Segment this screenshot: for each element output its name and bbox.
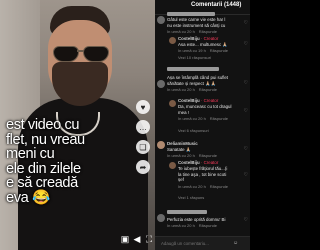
video-caption-overlay: est video cu flet, nu vreau meni cu ele … xyxy=(6,118,118,206)
caption-line: est video cu xyxy=(6,117,80,133)
redacted-username xyxy=(167,210,207,214)
caption-line: eva 😂 xyxy=(6,189,50,206)
reply-author: CostelBiju · Creator xyxy=(178,160,219,165)
video-controls: ▣ ◀ ⛶ xyxy=(120,234,154,246)
view-replies-link[interactable]: Vezi 1 răspuns xyxy=(178,195,204,200)
add-comment-bar: ☺ xyxy=(155,236,250,250)
avatar[interactable] xyxy=(157,80,165,88)
view-replies-link[interactable]: Vezi 10 răspunsuri xyxy=(178,55,211,60)
avatar[interactable] xyxy=(157,16,165,24)
caption-line: meni cu xyxy=(6,146,55,163)
comments-panel: Comentarii (1448) Gâtul este carne vie e… xyxy=(155,0,250,250)
creator-badge: · Creator xyxy=(200,160,219,165)
reply-link[interactable]: Răspunde xyxy=(210,116,228,121)
reply-text: la tine aşa , tot bine scoti xyxy=(178,171,227,177)
reply-time: în urmă cu 20 h xyxy=(178,184,206,189)
avatar[interactable] xyxy=(157,214,165,222)
comment-text: sănătate și respect 🙏🏼🙏🏼 xyxy=(167,80,217,86)
comment-text: Sanatate 🙏🏼 xyxy=(167,147,192,152)
like-icon[interactable]: ♡ xyxy=(244,20,248,26)
comment-text: Perfuzia este oprită domnu' Bi xyxy=(167,217,226,222)
comment-time: în urmă cu 20 h xyxy=(167,223,195,228)
volume-icon[interactable]: ◀ xyxy=(132,234,142,244)
redacted-username xyxy=(167,12,215,16)
creator-badge: · Creator xyxy=(200,98,219,103)
comment-author: DeliaminMusic xyxy=(167,141,198,146)
reply-meta: în urmă cu 19 h Răspunde xyxy=(178,48,232,53)
reply-meta: în urmă cu 20 h Răspunde xyxy=(178,116,232,121)
heart-icon[interactable]: ♥ xyxy=(136,100,150,114)
emoji-icon[interactable]: ☺ xyxy=(233,240,238,246)
reply-text: mea ! xyxy=(178,109,189,115)
video-player[interactable]: est video cu flet, nu vreau meni cu ele … xyxy=(0,0,155,250)
reply-author: CostelBiju · Creator xyxy=(178,98,219,103)
reply-link[interactable]: Răspunde xyxy=(199,29,217,34)
fullscreen-icon[interactable]: ⛶ xyxy=(144,234,154,244)
reply-link[interactable]: Răspunde xyxy=(199,87,217,92)
reply-text: Asa este... multumesc 🙏🏼 xyxy=(178,42,228,47)
caption-line: e să creadă xyxy=(6,175,78,192)
sunglasses-bridge xyxy=(77,50,84,52)
comments-title: Comentarii (1448) xyxy=(191,2,242,8)
like-icon[interactable]: ♡ xyxy=(244,146,248,152)
reply-link[interactable]: Răspunde xyxy=(210,48,228,53)
sunglasses-left-lens xyxy=(53,46,79,62)
avatar[interactable] xyxy=(169,162,176,169)
comment-meta: în urmă cu 20 h Răspunde xyxy=(167,223,221,228)
comment-meta: în urmă cu 20 h Răspunde xyxy=(167,87,221,92)
redacted-username xyxy=(167,67,219,71)
comment-time: în urmă cu 20 h xyxy=(167,87,195,92)
comment-icon[interactable]: … xyxy=(136,120,150,134)
share-icon[interactable]: ➦ xyxy=(136,160,150,174)
comment-meta: în urmă cu 20 h Răspunde xyxy=(167,29,221,34)
reply-time: în urmă cu 20 h xyxy=(178,116,206,121)
reply-link[interactable]: Răspunde xyxy=(199,223,217,228)
bookmark-icon[interactable]: ❏ xyxy=(136,140,150,154)
avatar[interactable] xyxy=(157,141,165,149)
like-icon[interactable]: ♡ xyxy=(244,108,248,114)
comment-time: în urmă cu 20 h xyxy=(167,153,195,158)
like-icon[interactable]: ♡ xyxy=(244,172,248,178)
sunglasses-right-lens xyxy=(83,46,109,62)
comment-text: nu este instrument să cânți cu xyxy=(167,22,226,28)
caption-line: flet, nu vreau xyxy=(6,131,85,148)
tiktok-video-view: est video cu flet, nu vreau meni cu ele … xyxy=(0,0,250,250)
picture-in-picture-icon[interactable]: ▣ xyxy=(120,234,130,244)
like-icon[interactable]: ♡ xyxy=(244,41,248,47)
reply-author: CostelBiju · Creator xyxy=(178,36,219,41)
reply-time: în urmă cu 19 h xyxy=(178,48,206,53)
reply-link[interactable]: Răspunde xyxy=(210,184,228,189)
like-icon[interactable]: ♡ xyxy=(244,80,248,86)
view-replies-link[interactable]: Vezi 6 răspunsuri xyxy=(178,128,209,133)
add-comment-input[interactable] xyxy=(161,240,231,248)
reply-link[interactable]: Răspunde xyxy=(199,153,217,158)
reply-text: șef xyxy=(178,177,184,182)
reply-meta: în urmă cu 20 h Răspunde xyxy=(178,184,232,189)
like-icon[interactable]: ♡ xyxy=(244,217,248,223)
avatar[interactable] xyxy=(169,100,176,107)
comment-time: în urmă cu 20 h xyxy=(167,29,195,34)
creator-badge: · Creator xyxy=(200,36,219,41)
comment-meta: în urmă cu 20 h Răspunde xyxy=(167,153,221,158)
avatar[interactable] xyxy=(169,37,176,44)
